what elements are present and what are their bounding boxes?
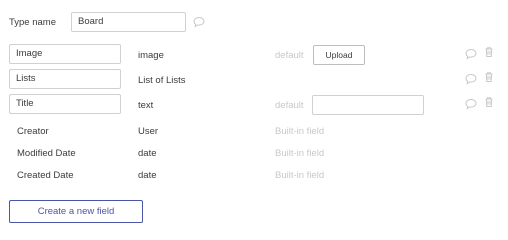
field-name-input-lists[interactable]: Lists bbox=[9, 69, 121, 89]
type-name-label: Type name bbox=[9, 17, 56, 28]
type-name-input[interactable]: Board bbox=[71, 12, 186, 32]
builtin-field-name: Created Date bbox=[17, 170, 74, 181]
field-type-image[interactable]: image bbox=[138, 50, 164, 61]
builtin-field-note: Built-in field bbox=[275, 170, 325, 181]
comment-icon[interactable] bbox=[465, 73, 477, 85]
field-name-input-image[interactable]: Image bbox=[9, 44, 121, 64]
field-type-title[interactable]: text bbox=[138, 100, 153, 111]
builtin-field-name: Creator bbox=[17, 126, 49, 137]
field-type-lists[interactable]: List of Lists bbox=[138, 75, 186, 86]
trash-icon[interactable] bbox=[483, 71, 495, 83]
trash-icon[interactable] bbox=[483, 96, 495, 108]
default-value-input[interactable] bbox=[312, 95, 424, 115]
comment-icon[interactable] bbox=[193, 16, 205, 28]
comment-icon[interactable] bbox=[465, 98, 477, 110]
builtin-field-name: Modified Date bbox=[17, 148, 76, 159]
builtin-field-type: date bbox=[138, 148, 157, 159]
field-name-input-title[interactable]: Title bbox=[9, 94, 121, 114]
builtin-field-type: User bbox=[138, 126, 159, 137]
create-new-field-button[interactable]: Create a new field bbox=[9, 200, 143, 223]
trash-icon[interactable] bbox=[483, 46, 495, 58]
builtin-field-note: Built-in field bbox=[275, 148, 325, 159]
builtin-field-type: date bbox=[138, 170, 157, 181]
builtin-field-note: Built-in field bbox=[275, 126, 325, 137]
comment-icon[interactable] bbox=[465, 48, 477, 60]
default-label: default bbox=[275, 50, 304, 61]
default-label: default bbox=[275, 100, 304, 111]
upload-button[interactable]: Upload bbox=[313, 45, 365, 65]
